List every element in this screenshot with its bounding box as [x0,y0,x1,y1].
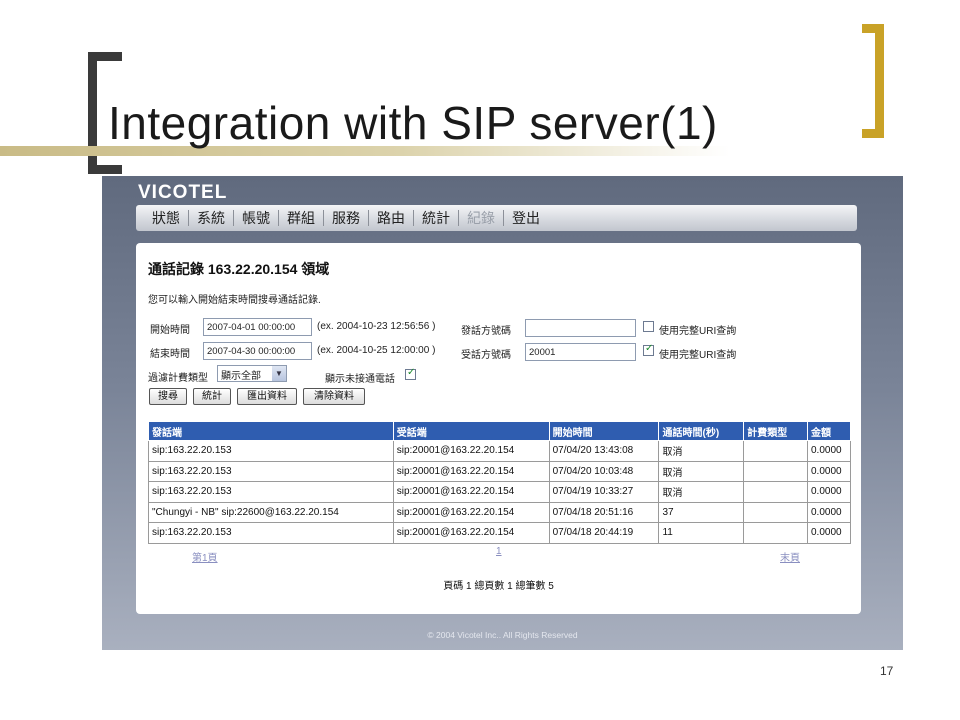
copyright-footer: © 2004 Vicotel Inc.. All Rights Reserved [427,630,578,640]
caller-label: 發話方號碼 [461,326,511,337]
column-header[interactable]: 開始時間 [548,421,660,441]
callee-full-uri-checkbox[interactable] [643,343,654,356]
table-cell: sip:163.22.20.153 [148,522,394,544]
table-cell: 0.0000 [806,501,852,523]
right-bracket-bottom [862,129,884,138]
column-header[interactable]: 金額 [806,421,852,441]
table-cell: sip:20001@163.22.20.154 [392,481,550,503]
billing-filter-select[interactable]: 顯示全部 ▼ [217,365,287,382]
nav-records[interactable]: 紀錄 [459,210,504,226]
table-cell: sip:20001@163.22.20.154 [392,522,550,544]
end-time-label: 結束時間 [150,349,190,360]
clear-data-button[interactable]: 清除資料 [303,388,365,405]
caller-number-input[interactable] [525,319,636,337]
nav-services[interactable]: 服務 [324,210,369,226]
nav-status[interactable]: 狀態 [144,210,189,226]
table-cell: 取消 [658,460,745,482]
table-cell: 07/04/18 20:44:19 [548,522,660,544]
right-bracket-top [862,24,884,33]
table-header-row: 發話端 受話端 開始時間 通話時間(秒) 計費類型 金額 [148,421,852,441]
panel-title: 通話記錄 163.22.20.154 領域 [148,261,330,277]
nav-routing[interactable]: 路由 [369,210,414,226]
top-nav-bar: 狀態 系統 帳號 群組 服務 路由 統計 紀錄 登出 [136,205,857,231]
table-row: "Chungyi - NB" sip:22600@163.22.20.154 s… [148,501,852,523]
export-data-button[interactable]: 匯出資料 [237,388,297,405]
table-cell [743,481,808,503]
chevron-down-icon: ▼ [272,366,286,381]
nav-accounts[interactable]: 帳號 [234,210,279,226]
callee-full-uri-label: 使用完整URI查詢 [659,350,737,361]
table-cell: sip:20001@163.22.20.154 [392,440,550,462]
end-time-input[interactable] [203,342,312,360]
nav-statistics[interactable]: 統計 [414,210,459,226]
table-cell [743,501,808,523]
pager-last-page-link[interactable]: 末頁 [780,549,800,564]
nav-groups[interactable]: 群組 [279,210,324,226]
billing-filter-value: 顯示全部 [221,371,261,382]
table-cell [743,460,808,482]
column-header[interactable]: 通話時間(秒) [658,421,745,441]
column-header[interactable]: 計費類型 [743,421,808,441]
call-records-table: 發話端 受話端 開始時間 通話時間(秒) 計費類型 金額 sip:163.22.… [148,421,852,544]
start-time-input[interactable] [203,318,312,336]
slide-number: 17 [880,664,894,678]
show-unanswered-label: 顯示未接通電話 [325,374,395,385]
table-cell: 0.0000 [806,481,852,503]
end-time-hint: (ex. 2004-10-25 12:00:00 ) [317,345,436,356]
table-cell: 07/04/20 13:43:08 [548,440,660,462]
table-row: sip:163.22.20.153 sip:20001@163.22.20.15… [148,460,852,482]
left-bracket-bottom [88,165,122,174]
statistics-button[interactable]: 統計 [193,388,231,405]
column-header[interactable]: 受話端 [392,421,550,441]
pager-first-page-link[interactable]: 第1頁 [192,549,218,564]
table-cell: 0.0000 [806,522,852,544]
table-cell: 11 [658,522,745,544]
table-cell: sip:163.22.20.153 [148,481,394,503]
table-cell [743,440,808,462]
caller-full-uri-checkbox[interactable] [643,321,654,332]
app-window: VICOTEL 狀態 系統 帳號 群組 服務 路由 統計 紀錄 登出 通話記錄 … [102,176,903,650]
table-cell: 07/04/19 10:33:27 [548,481,660,503]
pager-summary: 頁碼 1 總頁數 1 總筆數 5 [443,581,554,592]
left-bracket-top [88,52,122,61]
start-time-hint: (ex. 2004-10-23 12:56:56 ) [317,321,436,332]
table-cell: 0.0000 [806,440,852,462]
billing-filter-label: 過濾計費類型 [148,373,208,384]
nav-system[interactable]: 系統 [189,210,234,226]
call-records-panel: 通話記錄 163.22.20.154 領域 您可以輸入開始結束時間搜尋通話記錄.… [136,243,861,614]
callee-label: 受話方號碼 [461,350,511,361]
table-cell: 0.0000 [806,460,852,482]
callee-number-input[interactable] [525,343,636,361]
table-row: sip:163.22.20.153 sip:20001@163.22.20.15… [148,481,852,503]
table-cell: "Chungyi - NB" sip:22600@163.22.20.154 [148,501,394,523]
pager-current-page-link[interactable]: 1 [496,546,502,557]
table-row: sip:163.22.20.153 sip:20001@163.22.20.15… [148,522,852,544]
table-cell: sip:163.22.20.153 [148,440,394,462]
slide-title: Integration with SIP server(1) [108,97,718,149]
start-time-label: 開始時間 [150,325,190,336]
table-cell: sip:163.22.20.153 [148,460,394,482]
nav-logout[interactable]: 登出 [504,210,548,226]
vicotel-logo: VICOTEL [138,182,228,203]
table-cell: sip:20001@163.22.20.154 [392,460,550,482]
panel-description: 您可以輸入開始結束時間搜尋通話記錄. [148,295,321,306]
right-bracket-decoration [875,24,884,138]
search-button[interactable]: 搜尋 [149,388,187,405]
table-cell: sip:20001@163.22.20.154 [392,501,550,523]
caller-full-uri-label: 使用完整URI查詢 [659,326,737,337]
table-cell [743,522,808,544]
table-row: sip:163.22.20.153 sip:20001@163.22.20.15… [148,440,852,462]
table-cell: 07/04/18 20:51:16 [548,501,660,523]
table-cell: 37 [658,501,745,523]
table-cell: 取消 [658,481,745,503]
column-header[interactable]: 發話端 [148,421,394,441]
show-unanswered-checkbox[interactable] [405,367,416,380]
table-cell: 取消 [658,440,745,462]
table-cell: 07/04/20 10:03:48 [548,460,660,482]
